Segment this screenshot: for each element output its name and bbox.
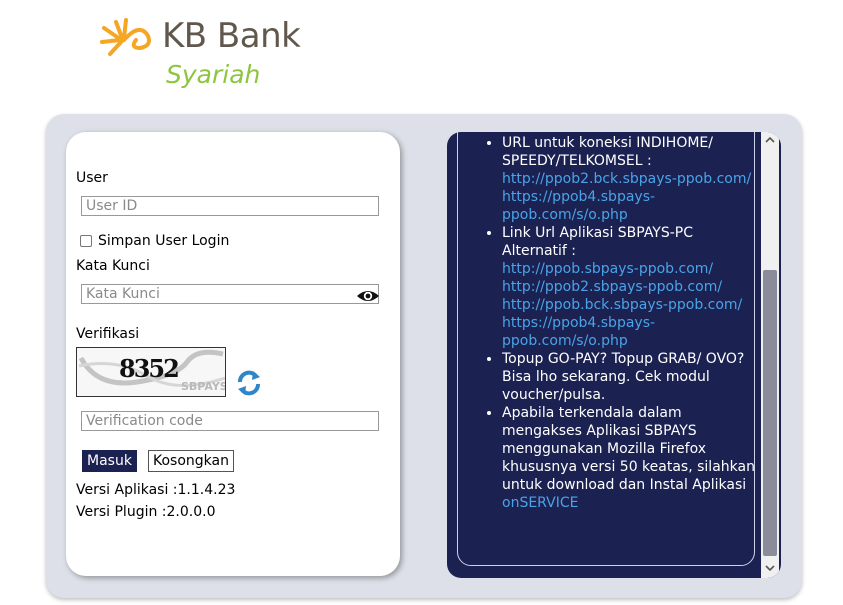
password-label: Kata Kunci [76,258,150,274]
info-item: Topup GO-PAY? Topup GRAB/ OVO? Bisa lho … [502,350,755,404]
info-item: Link Url Aplikasi SBPAYS-PC Alternatif :… [502,224,755,350]
user-label: User [76,170,108,186]
info-scrollbar[interactable] [761,132,779,578]
onservice-link[interactable]: onSERVICE [502,495,578,511]
info-panel: URL untuk koneksi INDIHOME/ SPEEDY/TELKO… [447,132,781,578]
remember-login-row[interactable]: Simpan User Login [80,232,229,250]
info-link[interactable]: https://ppob4.sbpays-ppob.com/s/o.php [502,314,755,350]
info-link[interactable]: http://ppob2.sbpays-ppob.com/ [502,278,755,296]
info-link[interactable]: http://ppob.sbpays-ppob.com/ [502,260,755,278]
remember-login-label: Simpan User Login [98,233,230,249]
info-link[interactable]: http://ppob2.bck.sbpays-ppob.com/ [502,170,755,188]
login-button[interactable]: Masuk [82,450,137,472]
kb-star-logo-icon [100,18,151,56]
scroll-up-chevron-icon[interactable] [764,134,776,146]
info-item-text: Topup GO-PAY? Topup GRAB/ OVO? Bisa lho … [502,351,745,403]
password-input[interactable] [81,284,379,304]
info-link[interactable]: https://ppob4.sbpays-ppob.com/s/o.php [502,188,755,224]
plugin-version: Versi Plugin :2.0.0.0 [76,504,216,520]
verification-code-input[interactable] [81,411,379,431]
kb-bank-logo: KB Bank Syariah [100,14,330,94]
captcha-code: 8352 [119,354,180,383]
show-password-eye-icon[interactable] [356,287,380,305]
logo-subname: Syariah [166,60,261,89]
info-item: URL untuk koneksi INDIHOME/ SPEEDY/TELKO… [502,134,755,224]
refresh-captcha-icon[interactable] [234,368,264,398]
verify-label: Verifikasi [76,326,140,342]
info-item: Apabila terkendala dalam mengakses Aplik… [502,404,755,512]
app-version: Versi Aplikasi :1.1.4.23 [76,482,236,498]
info-item-text: Link Url Aplikasi SBPAYS-PC Alternatif : [502,225,694,259]
logo-name: KB Bank [162,16,301,56]
captcha-image: 8352 SBPAYS [76,347,226,397]
user-id-input[interactable] [81,196,379,216]
info-item-text: URL untuk koneksi INDIHOME/ SPEEDY/TELKO… [502,135,713,169]
scroll-down-chevron-icon[interactable] [764,562,776,574]
info-list: URL untuk koneksi INDIHOME/ SPEEDY/TELKO… [487,134,755,512]
clear-button[interactable]: Kosongkan [148,450,234,472]
captcha-brand: SBPAYS [181,380,226,393]
info-link[interactable]: http://ppob.bck.sbpays-ppob.com/ [502,296,755,314]
remember-login-checkbox[interactable] [80,235,92,247]
scroll-thumb[interactable] [763,270,777,556]
login-card: User Simpan User Login Kata Kunci Verifi… [66,132,400,576]
info-item-text: Apabila terkendala dalam mengakses Aplik… [502,405,755,493]
